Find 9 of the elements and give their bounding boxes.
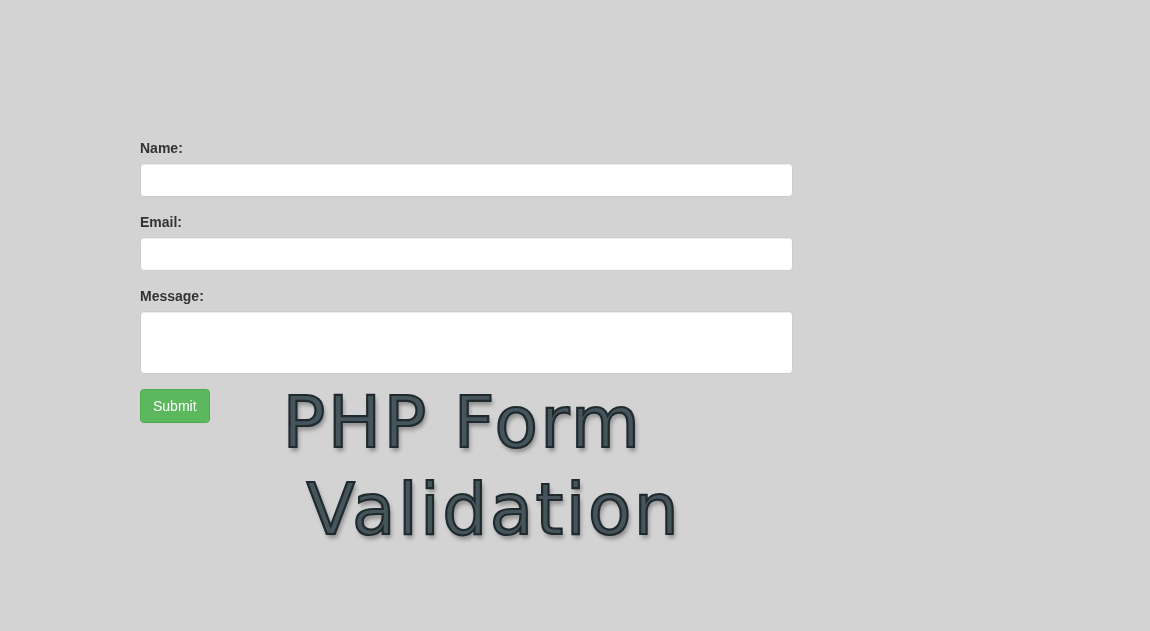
submit-button[interactable]: Submit: [140, 389, 210, 423]
text-input[interactable]: [140, 163, 793, 197]
text-input[interactable]: [140, 237, 793, 271]
message-textarea[interactable]: [140, 311, 793, 374]
field-label: Email:: [140, 213, 182, 232]
title-text: Validation: [306, 467, 682, 553]
title-text: PHP Form: [282, 380, 643, 466]
field-label: Message:: [140, 287, 204, 306]
field-label: Name:: [140, 139, 183, 158]
